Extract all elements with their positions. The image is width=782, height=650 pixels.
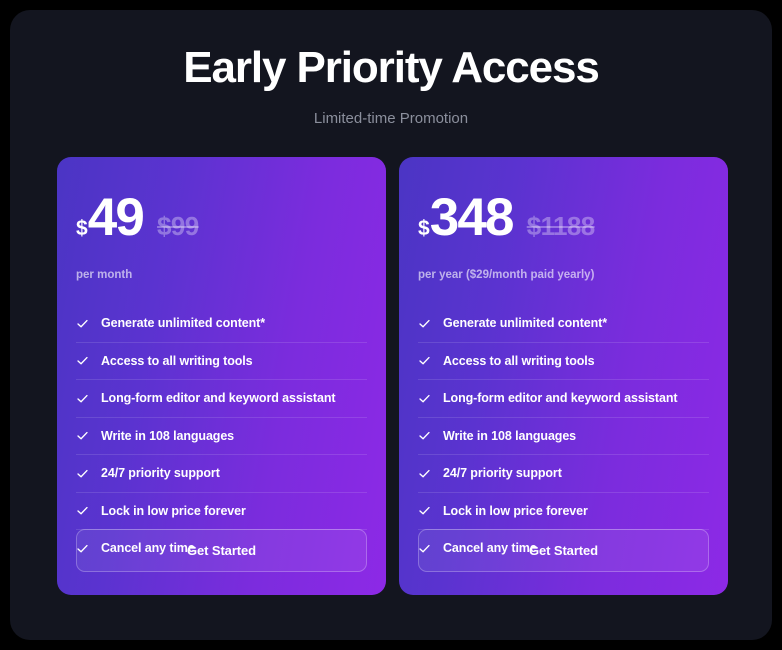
price-amount: 348 — [429, 188, 515, 247]
check-icon — [76, 317, 89, 330]
list-item: Write in 108 languages — [418, 416, 709, 455]
feature-label: Lock in low price forever — [101, 503, 246, 518]
check-icon — [418, 354, 431, 367]
check-icon — [76, 467, 89, 480]
list-item: Long-form editor and keyword assistant — [76, 379, 367, 417]
pricing-card-monthly[interactable]: $ 49 $99 per month Generate unlimited co… — [57, 157, 386, 595]
list-item: Lock in low price forever — [76, 491, 367, 530]
get-started-button[interactable]: Get Started — [418, 529, 709, 572]
list-item: Access to all writing tools — [418, 341, 709, 380]
original-price: $99 — [157, 211, 199, 241]
check-icon — [76, 392, 89, 405]
currency-symbol: $ — [76, 217, 88, 240]
list-item: Write in 108 languages — [76, 416, 367, 455]
feature-label: Write in 108 languages — [101, 428, 235, 443]
list-item: Long-form editor and keyword assistant — [418, 379, 709, 417]
check-icon — [76, 504, 89, 517]
feature-label: Long-form editor and keyword assistant — [101, 391, 336, 406]
feature-list: Generate unlimited content* Access to al… — [76, 305, 367, 567]
page-title: Early Priority Access — [183, 43, 600, 92]
list-item: Lock in low price forever — [418, 491, 709, 530]
pricing-card-yearly[interactable]: $ 348 $1188 per year ($29/month paid yea… — [399, 157, 728, 595]
pricing-card-list: $ 49 $99 per month Generate unlimited co… — [57, 157, 737, 595]
billing-period-label: per year ($29/month paid yearly) — [418, 269, 595, 281]
billing-period-label: per month — [76, 269, 133, 281]
list-item: Access to all writing tools — [76, 341, 367, 380]
page-subtitle: Limited-time Promotion — [313, 110, 469, 127]
original-price: $1188 — [526, 211, 595, 241]
feature-label: Long-form editor and keyword assistant — [443, 391, 678, 406]
list-item: Generate unlimited content* — [418, 305, 709, 342]
feature-label: 24/7 priority support — [443, 466, 562, 481]
list-item: 24/7 priority support — [418, 454, 709, 492]
price-amount: 49 — [87, 188, 145, 247]
list-item: 24/7 priority support — [76, 454, 367, 492]
price-row: $ 49 $99 — [76, 191, 367, 247]
check-icon — [76, 429, 89, 442]
feature-label: Write in 108 languages — [443, 428, 577, 443]
feature-label: Access to all writing tools — [443, 353, 595, 368]
feature-label: Generate unlimited content* — [443, 316, 607, 331]
check-icon — [418, 504, 431, 517]
check-icon — [418, 317, 431, 330]
feature-label: Generate unlimited content* — [101, 316, 265, 331]
page-header: Early Priority Access Limited-time Promo… — [10, 10, 772, 128]
feature-label: Access to all writing tools — [101, 353, 253, 368]
feature-label: 24/7 priority support — [101, 466, 220, 481]
check-icon — [418, 392, 431, 405]
get-started-button[interactable]: Get Started — [76, 529, 367, 572]
feature-label: Lock in low price forever — [443, 503, 588, 518]
page-surface: Early Priority Access Limited-time Promo… — [10, 10, 772, 640]
check-icon — [418, 429, 431, 442]
price-row: $ 348 $1188 — [418, 191, 709, 247]
currency-symbol: $ — [418, 217, 430, 240]
check-icon — [418, 467, 431, 480]
feature-list: Generate unlimited content* Access to al… — [418, 305, 709, 567]
check-icon — [76, 354, 89, 367]
list-item: Generate unlimited content* — [76, 305, 367, 342]
